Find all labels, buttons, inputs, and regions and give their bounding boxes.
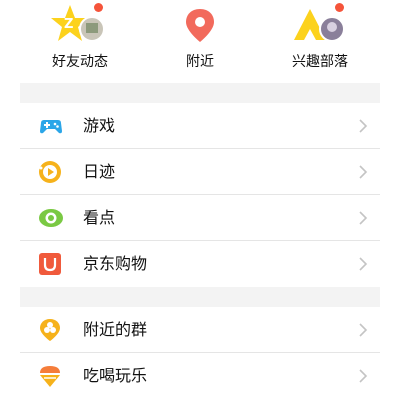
chevron-right-icon (359, 369, 368, 383)
menu-item-jd-shopping[interactable]: 京东购物 (20, 241, 380, 287)
menu-item-kandian[interactable]: 看点 (20, 195, 380, 241)
nearby-label: 附近 (186, 54, 214, 70)
location-pin-icon (170, 3, 230, 45)
chevron-right-icon (359, 211, 368, 225)
menu-group-2: 附近的群 吃喝玩乐 (20, 307, 380, 399)
menu-item-label: 京东购物 (83, 254, 148, 273)
friends-feed-icon: Z (50, 3, 110, 45)
food-fun-icon (38, 364, 62, 388)
menu-item-label: 吃喝玩乐 (83, 366, 148, 385)
menu-item-food-fun[interactable]: 吃喝玩乐 (20, 353, 380, 399)
svg-text:Z: Z (64, 17, 73, 32)
gamepad-icon (38, 114, 62, 138)
menu-item-daily-trace[interactable]: 日迹 (20, 149, 380, 195)
eye-icon (38, 206, 63, 230)
menu-group-1: 游戏 日迹 看点 京东购物 (20, 103, 380, 287)
menu-item-games[interactable]: 游戏 (20, 103, 380, 149)
friends-feed-shortcut[interactable]: Z 好友动态 (25, 0, 135, 83)
chevron-right-icon (359, 165, 368, 179)
menu-item-nearby-groups[interactable]: 附近的群 (20, 307, 380, 353)
chevron-right-icon (359, 257, 368, 271)
interest-tribe-icon (290, 3, 350, 45)
menu-item-label: 游戏 (83, 116, 116, 135)
top-shortcuts: Z 好友动态 附近 兴趣部落 (0, 0, 400, 83)
section-divider (20, 287, 380, 307)
menu-item-label: 附近的群 (83, 320, 148, 339)
nearby-group-icon (38, 318, 62, 342)
interest-tribe-label: 兴趣部落 (292, 54, 348, 70)
section-divider (20, 83, 380, 103)
friends-feed-label: 好友动态 (52, 54, 108, 70)
chevron-right-icon (359, 119, 368, 133)
menu-item-label: 看点 (83, 208, 116, 227)
notification-dot (94, 3, 103, 12)
interest-tribe-shortcut[interactable]: 兴趣部落 (265, 0, 375, 83)
menu-item-label: 日迹 (83, 162, 116, 181)
daily-trace-icon (38, 160, 62, 184)
notification-dot (335, 3, 344, 12)
nearby-shortcut[interactable]: 附近 (145, 0, 255, 83)
chevron-right-icon (359, 323, 368, 337)
jd-shopping-icon (38, 252, 62, 276)
